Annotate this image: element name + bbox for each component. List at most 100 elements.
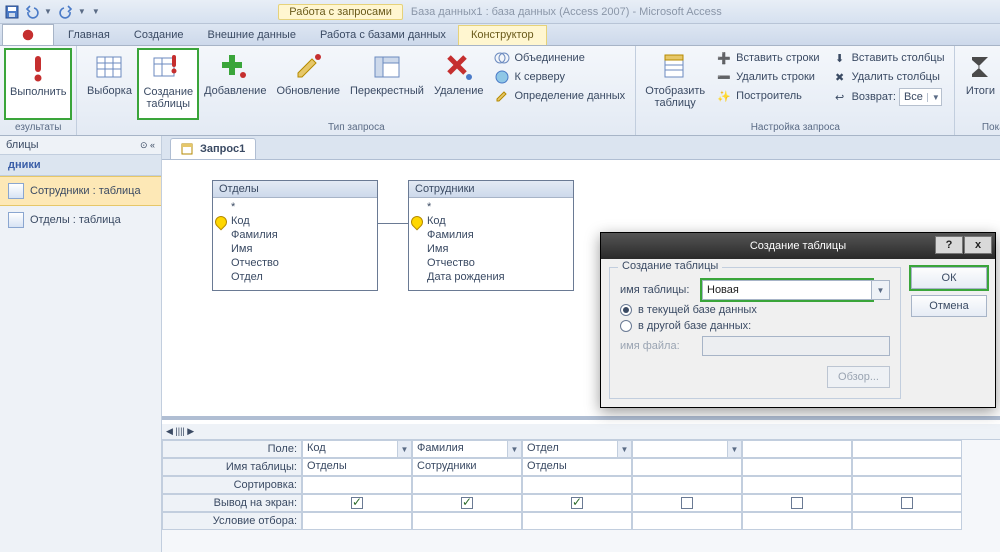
grid-cell[interactable] (302, 494, 412, 512)
undo-dropdown-icon[interactable]: ▼ (44, 7, 52, 16)
union-button[interactable]: Объединение (490, 49, 629, 67)
grid-cell[interactable] (852, 458, 962, 476)
grid-cell[interactable] (852, 440, 962, 458)
field-kod[interactable]: Код (425, 214, 569, 228)
delete-rows-button[interactable]: ➖Удалить строки (712, 68, 823, 86)
checkbox-icon[interactable] (681, 497, 693, 509)
chevron-down-icon[interactable]: ▼ (617, 441, 631, 457)
document-tab-query1[interactable]: Запрос1 (170, 138, 256, 159)
delete-cols-button[interactable]: ✖Удалить столбцы (828, 68, 949, 86)
file-menu-button[interactable] (2, 24, 54, 45)
chevron-down-icon[interactable]: ▼ (927, 93, 941, 102)
grid-cell[interactable]: Отделы (302, 458, 412, 476)
update-button[interactable]: Обновление (271, 48, 345, 120)
help-button[interactable]: ? (935, 236, 963, 254)
grid-cell[interactable] (742, 440, 852, 458)
radio-other-row[interactable]: в другой базе данных: (620, 320, 890, 332)
table-header[interactable]: Сотрудники (409, 181, 573, 198)
table-header[interactable]: Отделы (213, 181, 377, 198)
radio-other-db[interactable] (620, 320, 632, 332)
grid-cell[interactable]: Код▼ (302, 440, 412, 458)
nav-section[interactable]: дники (0, 155, 161, 176)
grid-cell[interactable] (412, 494, 522, 512)
undo-icon[interactable] (24, 4, 40, 20)
radio-current-row[interactable]: в текущей базе данных (620, 304, 890, 316)
insert-rows-button[interactable]: ➕Вставить строки (712, 49, 823, 67)
grid-cell[interactable] (742, 476, 852, 494)
make-table-button[interactable]: Создание таблицы (137, 48, 199, 120)
ok-button[interactable]: ОК (911, 267, 987, 289)
field-familiya[interactable]: Фамилия (229, 228, 373, 242)
grid-cell[interactable] (522, 512, 632, 530)
grid-cell[interactable] (632, 458, 742, 476)
grid-cell[interactable]: Фамилия▼ (412, 440, 522, 458)
chevron-down-icon[interactable]: ▼ (727, 441, 741, 457)
cancel-button[interactable]: Отмена (911, 295, 987, 317)
redo-icon[interactable] (58, 4, 74, 20)
nav-header[interactable]: блицы ⊙ « (0, 136, 161, 155)
grid-cell[interactable] (852, 476, 962, 494)
tab-create[interactable]: Создание (122, 26, 196, 45)
grid-cell[interactable] (302, 512, 412, 530)
dialog-titlebar[interactable]: Создание таблицы ? x (601, 233, 995, 259)
field-data-rozhdeniya[interactable]: Дата рождения (425, 270, 569, 284)
field-otchestvo[interactable]: Отчество (425, 256, 569, 270)
grid-cell[interactable] (742, 494, 852, 512)
nav-item-otdely[interactable]: Отделы : таблица (0, 206, 161, 234)
grid-cell[interactable] (522, 494, 632, 512)
qat-customize-icon[interactable]: ▼ (92, 7, 100, 16)
checkbox-icon[interactable] (901, 497, 913, 509)
show-table-button[interactable]: Отобразить таблицу (640, 48, 710, 120)
data-definition-button[interactable]: Определение данных (490, 87, 629, 105)
grid-cell[interactable] (852, 494, 962, 512)
grid-cell[interactable] (742, 458, 852, 476)
delete-query-button[interactable]: Удаление (429, 48, 489, 120)
field-kod[interactable]: Код (229, 214, 373, 228)
grid-cell[interactable] (522, 476, 632, 494)
crosstab-button[interactable]: Перекрестный (345, 48, 429, 120)
checkbox-icon[interactable] (571, 497, 583, 509)
table-box-sotrudniki[interactable]: Сотрудники * Код Фамилия Имя Отчество Да… (408, 180, 574, 291)
append-button[interactable]: Добавление (199, 48, 271, 120)
table-name-input[interactable] (702, 280, 872, 300)
join-line[interactable] (378, 223, 408, 224)
radio-current-db[interactable] (620, 304, 632, 316)
close-button[interactable]: x (964, 236, 992, 254)
field-otdel[interactable]: Отдел (229, 270, 373, 284)
grid-cell[interactable] (412, 512, 522, 530)
field-star[interactable]: * (229, 200, 373, 214)
grid-cell[interactable]: ▼ (632, 440, 742, 458)
builder-button[interactable]: ✨Построитель (712, 87, 823, 105)
grid-nav[interactable]: ◀ |||| ▶ (162, 424, 1000, 440)
chevron-down-icon[interactable]: ⊙ « (140, 140, 155, 151)
tab-external-data[interactable]: Внешние данные (196, 26, 308, 45)
field-otchestvo[interactable]: Отчество (229, 256, 373, 270)
tab-database-tools[interactable]: Работа с базами данных (308, 26, 458, 45)
chevron-down-icon[interactable]: ▼ (397, 441, 411, 457)
chevron-down-icon[interactable]: ▼ (507, 441, 521, 457)
chevron-down-icon[interactable]: ▼ (872, 280, 890, 300)
return-combo[interactable]: Все▼ (899, 88, 942, 106)
grid-cell[interactable] (632, 494, 742, 512)
field-star[interactable]: * (425, 200, 569, 214)
passthrough-button[interactable]: К серверу (490, 68, 629, 86)
save-icon[interactable] (4, 4, 20, 20)
redo-dropdown-icon[interactable]: ▼ (78, 7, 86, 16)
grid-cell[interactable] (742, 512, 852, 530)
grid-cell[interactable] (632, 512, 742, 530)
totals-button[interactable]: Итоги (959, 48, 1000, 120)
grid-cell[interactable] (302, 476, 412, 494)
grid-cell[interactable]: Отдел▼ (522, 440, 632, 458)
nav-item-sotrudniki[interactable]: Сотрудники : таблица (0, 176, 161, 206)
checkbox-icon[interactable] (351, 497, 363, 509)
select-query-button[interactable]: Выборка (81, 48, 137, 120)
grid-cell[interactable] (632, 476, 742, 494)
run-button[interactable]: Выполнить (4, 48, 72, 120)
field-imya[interactable]: Имя (425, 242, 569, 256)
grid-cell[interactable]: Сотрудники (412, 458, 522, 476)
field-imya[interactable]: Имя (229, 242, 373, 256)
table-box-otdely[interactable]: Отделы * Код Фамилия Имя Отчество Отдел (212, 180, 378, 291)
grid-cell[interactable] (852, 512, 962, 530)
checkbox-icon[interactable] (791, 497, 803, 509)
tab-home[interactable]: Главная (56, 26, 122, 45)
